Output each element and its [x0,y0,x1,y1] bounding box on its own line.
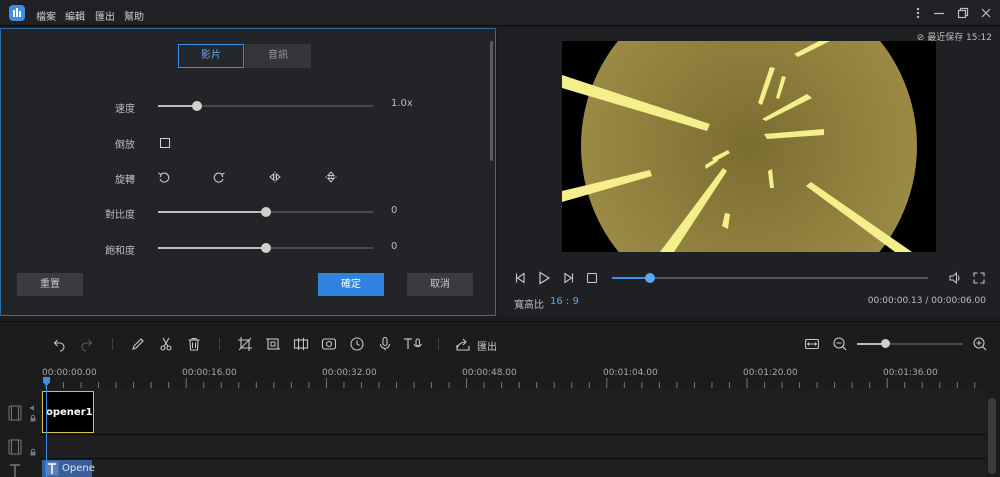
text-track-icon [8,463,22,477]
reverse-checkbox[interactable] [160,138,170,148]
track-audio-icon[interactable] [29,404,37,412]
redo-icon[interactable] [79,336,95,352]
fit-timeline-icon[interactable] [804,336,820,352]
video-track[interactable] [40,390,986,435]
ruler-ticks [45,378,976,388]
video-preview[interactable] [562,41,936,252]
track-lock-icon[interactable] [29,414,37,422]
aspect-ratio-label: 寬高比 [514,300,544,311]
rotate-right-icon[interactable] [212,170,226,184]
menu-help[interactable]: 幫助 [124,8,144,23]
toolbar-divider [112,338,113,350]
restore-icon[interactable] [956,6,970,20]
toolbar-divider [438,338,439,350]
save-status-text: 最近保存 15:12 [927,33,992,43]
contrast-value: 0 [391,205,398,216]
text-track[interactable] [40,460,986,477]
timeline-scrollbar[interactable] [988,398,996,474]
next-frame-icon[interactable] [561,271,575,285]
mosaic-icon[interactable] [265,336,281,352]
microphone-icon[interactable] [377,336,393,352]
flip-vertical-icon[interactable] [324,170,338,184]
stop-icon[interactable] [585,271,599,285]
saturation-value: 0 [391,241,398,252]
menu-export[interactable]: 匯出 [95,8,115,23]
speed-value: 1.0x [391,98,413,109]
speed-slider-knob[interactable] [191,101,202,111]
saturation-slider[interactable] [158,243,373,253]
preview-panel: ⊘ 最近保存 15:12 寬高比 16: 9 00:00:00.13 / 00… [498,28,1000,316]
tab-video[interactable]: 影片 [178,44,244,68]
split-screen-icon[interactable] [293,336,309,352]
aspect-ratio-value[interactable]: 16 : 9 [550,296,579,307]
video-track-icon [8,405,22,421]
zoom-slider-knob[interactable] [880,339,890,348]
contrast-slider-fill [158,211,266,213]
clip-properties-panel: 影片 音訊 速度 1.0x 倒放 旋轉 對比度 0 飽和度 0 重置 確定 取消 [0,28,496,316]
speed-label: 速度 [115,104,135,115]
contrast-slider-knob[interactable] [260,207,271,217]
app-logo-icon [9,5,25,21]
tab-audio[interactable]: 音訊 [245,44,311,68]
zoom-in-icon[interactable] [972,336,988,352]
rotate-label: 旋轉 [115,175,135,186]
volume-icon[interactable] [948,271,962,285]
video-editor-window: 檔案 編輯 匯出 幫助 影片 音訊 速度 1.0x 倒放 旋轉 對比度 0 飽和… [0,0,1000,477]
cancel-button[interactable]: 取消 [407,273,473,296]
scissors-icon[interactable] [158,336,174,352]
overlay-track-icon [8,439,22,455]
play-icon[interactable] [537,271,551,285]
close-icon[interactable] [979,6,993,20]
toolbar-divider [219,338,220,350]
text-clip-label: Opene [62,463,95,474]
zoom-out-icon[interactable] [832,336,848,352]
timeline-toolbar: 匯出 [0,321,1000,365]
overlay-track-header [0,436,40,459]
rotate-left-icon[interactable] [157,170,171,184]
saturation-slider-fill [158,247,266,249]
minimize-icon[interactable] [932,6,946,20]
text-clip-icon [45,461,59,476]
playhead-line [46,377,47,477]
menu-file[interactable]: 檔案 [36,8,56,23]
export-label[interactable]: 匯出 [477,338,497,353]
text-clip[interactable]: Opene [42,460,95,477]
panel-scrollbar[interactable] [490,41,493,161]
zoom-slider[interactable] [857,339,963,348]
contrast-label: 對比度 [105,210,135,221]
undo-icon[interactable] [51,336,67,352]
timeline-ruler[interactable]: 00:00:00.00 00:00:16.00 00:00:32.00 00:0… [40,365,1000,389]
video-track-header [0,390,40,435]
overlay-track[interactable] [40,436,986,459]
timecode: 00:00:00.13 / 00:00:06.00 [867,296,986,306]
export-icon[interactable] [455,336,471,352]
crop-icon[interactable] [237,336,253,352]
video-clip[interactable]: opener1 [42,391,94,433]
speed-slider-fill [158,105,197,107]
ok-button[interactable]: 確定 [318,273,384,296]
playback-progress-knob[interactable] [644,273,655,283]
menu-bar: 檔案 編輯 匯出 幫助 [0,0,1000,26]
text-to-speech-icon[interactable] [403,336,425,352]
trash-icon[interactable] [186,336,202,352]
pencil-icon[interactable] [130,336,146,352]
reverse-label: 倒放 [115,140,135,151]
saturation-slider-knob[interactable] [260,243,271,253]
saturation-label: 飽和度 [105,246,135,257]
playback-progress[interactable] [612,273,928,283]
contrast-slider[interactable] [158,207,373,217]
flip-horizontal-icon[interactable] [268,170,282,184]
video-clip-label: opener1 [46,407,93,418]
track-lock-icon[interactable] [29,448,37,456]
speed-slider[interactable] [158,101,373,111]
snapshot-icon[interactable] [321,336,337,352]
reset-button[interactable]: 重置 [17,273,83,296]
more-options-icon[interactable] [911,6,925,20]
duration-clock-icon[interactable] [349,336,365,352]
menu-edit[interactable]: 編輯 [65,8,85,23]
previous-frame-icon[interactable] [514,271,528,285]
fullscreen-icon[interactable] [972,271,986,285]
text-track-header [0,460,40,477]
